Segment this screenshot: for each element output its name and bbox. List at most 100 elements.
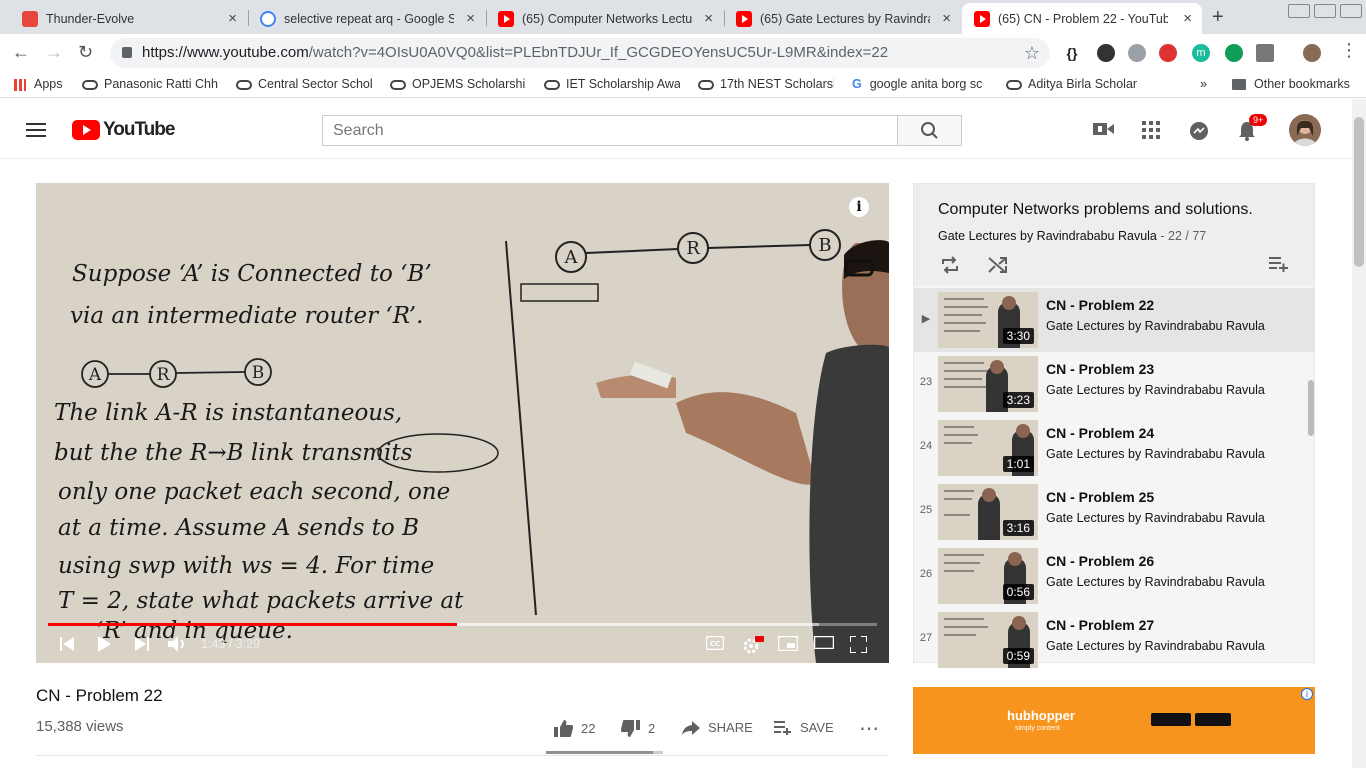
back-arrow-icon[interactable]: ← [12,42,30,63]
theater-mode-icon[interactable] [814,636,834,649]
more-actions-icon[interactable]: ⋯ [859,716,879,741]
browser-tab-active[interactable]: (65) CN - Problem 22 - YouTube × [962,3,1202,34]
google-play-badge-icon[interactable] [1151,713,1191,726]
shuffle-icon[interactable] [988,256,1008,274]
tab-title: Thunder-Evolve [46,11,135,26]
bookmark-label: Panasonic Ratti Chh [104,77,218,91]
share-button[interactable]: SHARE [682,720,753,735]
bookmark-item[interactable]: Aditya Birla Scholar [1006,77,1144,91]
share-label: SHARE [708,720,753,735]
play-icon[interactable] [97,636,111,652]
playlist-channel[interactable]: Gate Lectures by Ravindrababu Ravula [938,229,1157,243]
bookmark-item[interactable]: 17th NEST Scholarsh [698,77,834,91]
more-bookmarks-button[interactable]: » [1200,77,1207,91]
volume-icon[interactable] [168,636,188,652]
extension-icon[interactable] [1159,44,1177,62]
settings-gear-icon[interactable] [742,636,764,654]
scrollbar-thumb[interactable] [1354,117,1364,267]
playlist-add-icon[interactable] [1269,256,1289,272]
close-tab-icon[interactable]: × [1183,10,1192,27]
new-tab-button[interactable]: + [1212,6,1224,29]
thumbs-down-icon [621,720,640,737]
progress-bar[interactable] [48,623,877,626]
shield-icon[interactable] [1128,44,1146,62]
other-bookmarks[interactable]: Other bookmarks [1232,77,1350,91]
item-title: CN - Problem 27 [1046,617,1155,633]
info-icon[interactable]: i [849,197,869,217]
playlist-item[interactable]: 27 0:59 CN - Problem 27 Gate Lectures by… [914,608,1314,668]
avatar[interactable] [1289,114,1321,146]
extension-icon[interactable] [1225,44,1243,62]
search-button[interactable] [897,115,962,146]
restore-window-icon[interactable] [1288,4,1310,18]
profile-avatar[interactable] [1303,44,1321,62]
captions-icon[interactable]: CC [706,636,724,650]
fullscreen-icon[interactable] [850,636,867,653]
node-label: B [818,235,831,256]
node-label: R [157,365,171,385]
playlist-item[interactable]: 24 1:01 CN - Problem 24 Gate Lectures by… [914,416,1314,480]
bookmark-star-icon[interactable]: ☆ [1024,38,1040,68]
youtube-logo[interactable]: YouTube [72,119,175,141]
bookmark-item[interactable]: Panasonic Ratti Chh [82,77,218,91]
glasses-icon [698,79,714,90]
bookmark-item[interactable]: Ggoogle anita borg sc [852,77,988,91]
browser-tab[interactable]: selective repeat arq - Google Se × [248,3,485,34]
playlist-item-current[interactable]: ▶ 3:30 CN - Problem 22 Gate Lectures by … [914,288,1314,352]
playlist-title[interactable]: Computer Networks problems and solutions… [938,201,1253,219]
reader-icon[interactable] [1256,44,1274,62]
browser-tab[interactable]: (65) Gate Lectures by Ravindrat × [724,3,961,34]
create-video-icon[interactable] [1093,121,1115,137]
messages-icon[interactable] [1189,121,1209,141]
loop-icon[interactable] [940,256,960,274]
bookmark-apps[interactable]: Apps [14,77,74,91]
duration-badge: 0:56 [1002,584,1034,600]
close-tab-icon[interactable]: × [466,10,475,27]
save-button[interactable]: SAVE [774,720,834,735]
address-bar[interactable]: https://www.youtube.com/watch?v=4OIsU0A0… [110,38,1050,68]
playlist-scrollbar-thumb[interactable] [1308,380,1314,436]
next-icon[interactable] [135,636,149,652]
minimize-icon[interactable] [1314,4,1336,18]
bookmark-label: google anita borg sc [869,77,983,91]
extension-icon[interactable]: m [1192,44,1210,62]
reload-icon[interactable]: ↻ [78,42,93,63]
hamburger-menu-icon[interactable] [26,123,46,137]
close-tab-icon[interactable]: × [228,10,237,27]
notification-badge: 9+ [1249,114,1268,126]
extension-icon[interactable] [1097,44,1115,62]
logo-text: YouTube [103,119,175,140]
browser-tab[interactable]: (65) Computer Networks Lectur × [486,3,723,34]
playlist-item[interactable]: 23 3:23 CN - Problem 23 Gate Lectures by… [914,352,1314,416]
search-input[interactable]: Search [322,115,898,146]
forward-arrow-icon[interactable]: → [45,42,63,63]
video-thumbnail: 0:56 [938,548,1038,604]
video-player[interactable]: A R B Suppose ‘A’ is Connected to ‘B’ vi… [36,183,889,663]
dislike-button[interactable]: 2 [621,720,655,737]
page-scrollbar[interactable] [1352,99,1366,768]
playlist-position: - 22 / 77 [1160,229,1207,243]
close-window-icon[interactable] [1340,4,1362,18]
bookmark-label: Other bookmarks [1254,77,1350,91]
bookmark-item[interactable]: Central Sector Schol [236,77,372,91]
ad-brand: hubhopper [1007,708,1075,723]
playlist-item[interactable]: 25 3:16 CN - Problem 25 Gate Lectures by… [914,480,1314,544]
previous-icon[interactable] [60,636,74,652]
ad-info-icon[interactable]: i [1301,688,1313,700]
menu-dots-icon[interactable]: ⋮ [1340,40,1358,61]
bookmark-item[interactable]: OPJEMS Scholarship [390,77,526,91]
ad-banner[interactable]: hubhopper simply content [913,687,1315,754]
apps-grid-icon[interactable] [1142,121,1160,139]
video-thumbnail: 0:59 [938,612,1038,668]
browser-tab[interactable]: Thunder-Evolve × [10,3,247,34]
close-tab-icon[interactable]: × [942,10,951,27]
board-line: using swp with ws = 4. For time [58,553,434,579]
playlist-item[interactable]: 26 0:56 CN - Problem 26 Gate Lectures by… [914,544,1314,608]
youtube-favicon-icon [736,10,752,27]
close-tab-icon[interactable]: × [704,10,713,27]
miniplayer-icon[interactable] [778,636,798,651]
json-extension-icon[interactable]: {} [1063,44,1081,62]
bookmark-item[interactable]: IET Scholarship Awa [544,77,680,91]
app-store-badge-icon[interactable] [1195,713,1231,726]
like-button[interactable]: 22 [554,720,595,737]
